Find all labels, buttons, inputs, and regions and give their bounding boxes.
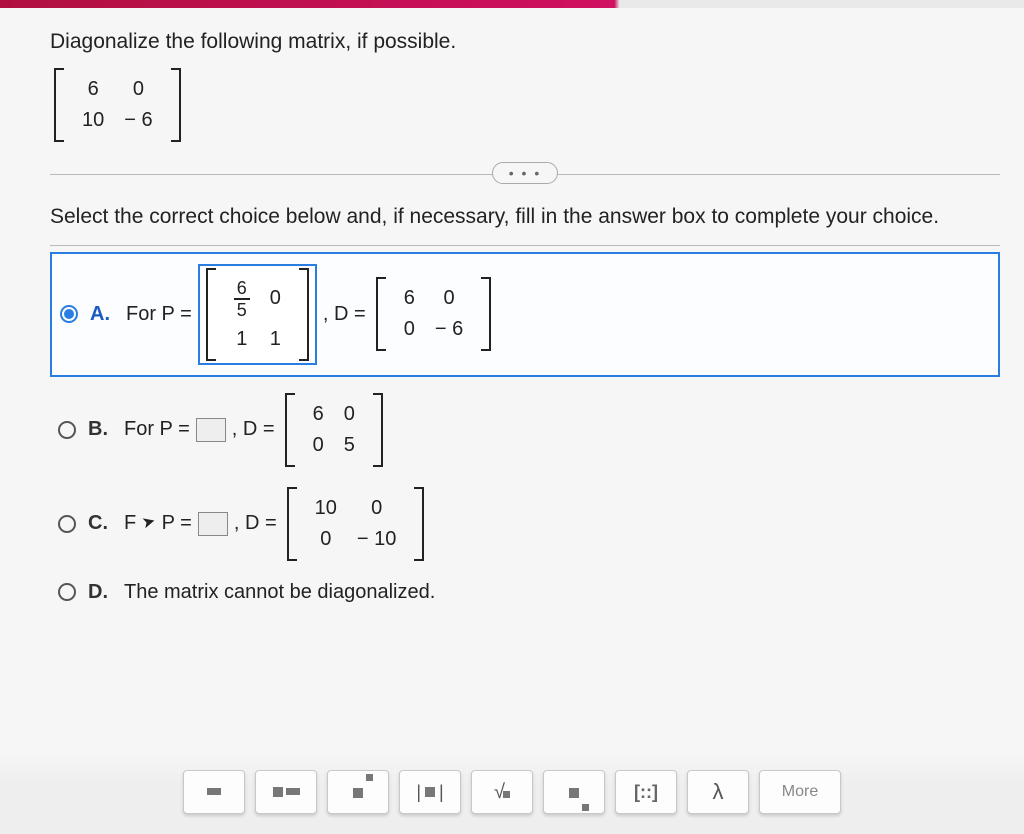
choice-c-d-matrix: 10 0 0 − 10 <box>287 487 425 561</box>
answer-input-empty[interactable] <box>198 512 228 536</box>
matrix-cell: 0 <box>114 74 162 105</box>
choice-b-d-matrix: 6 0 0 5 <box>285 393 383 467</box>
choice-c[interactable]: C. F➤P = , D = 10 0 0 − 10 <box>50 477 1000 571</box>
choice-label: A. <box>90 303 114 326</box>
choice-label: B. <box>88 418 112 441</box>
choice-d[interactable]: D. The matrix cannot be diagonalized. <box>50 571 1000 614</box>
matrix-cell: 5 <box>334 430 365 461</box>
choice-c-lead-f: F <box>124 512 136 535</box>
matrix-cell: 10 <box>72 105 114 136</box>
cursor-icon: ➤ <box>140 510 158 533</box>
palette-absolute-value-button[interactable]: || <box>399 770 461 814</box>
matrix-cell: 0 <box>425 283 473 314</box>
matrix-cell: 0 <box>394 314 425 345</box>
matrix-cell: 0 <box>303 430 334 461</box>
matrix-cell: 10 <box>305 493 347 524</box>
matrix-cell: 6 <box>394 283 425 314</box>
choice-d-text: The matrix cannot be diagonalized. <box>124 581 435 604</box>
choice-a-d-matrix: 6 0 0 − 6 <box>376 277 491 351</box>
math-palette: || √ [::] λ More <box>0 754 1024 834</box>
question-area: Diagonalize the following matrix, if pos… <box>0 8 1024 614</box>
lambda-icon: λ <box>713 779 724 805</box>
window-top-accent <box>0 0 1024 8</box>
matrix-cell: 1 <box>224 324 260 355</box>
choice-a-lead: For P = <box>126 303 192 326</box>
choice-c-lead-tail: P = <box>162 512 192 535</box>
matrix-icon: [::] <box>634 782 658 803</box>
matrix-cell: 0 <box>260 274 291 324</box>
palette-lambda-button[interactable]: λ <box>687 770 749 814</box>
matrix-cell: 0 <box>347 493 406 524</box>
matrix-cell: − 6 <box>425 314 473 345</box>
answer-input-empty[interactable] <box>196 418 226 442</box>
choice-c-mid: , D = <box>234 512 277 535</box>
palette-sqrt-button[interactable]: √ <box>471 770 533 814</box>
palette-fraction-button[interactable] <box>183 770 245 814</box>
radio-b[interactable] <box>58 421 76 439</box>
matrix-cell: 6 <box>72 74 114 105</box>
radio-d[interactable] <box>58 583 76 601</box>
choice-label: C. <box>88 512 112 535</box>
matrix-cell: 0 <box>305 524 347 555</box>
choice-instruction: Select the correct choice below and, if … <box>50 205 1000 229</box>
matrix-cell: − 10 <box>347 524 406 555</box>
expand-button[interactable]: • • • <box>492 162 558 184</box>
radio-c[interactable] <box>58 515 76 533</box>
given-matrix: 6 0 10 − 6 <box>54 68 181 142</box>
question-prompt: Diagonalize the following matrix, if pos… <box>50 30 1000 54</box>
choice-a-mid: , D = <box>323 303 366 326</box>
matrix-cell: 65 <box>224 274 260 324</box>
palette-exponent-button[interactable] <box>327 770 389 814</box>
palette-matrix-button[interactable]: [::] <box>615 770 677 814</box>
choice-b[interactable]: B. For P = , D = 6 0 0 5 <box>50 383 1000 477</box>
choice-label: D. <box>88 581 112 604</box>
matrix-cell: − 6 <box>114 105 162 136</box>
radio-a[interactable] <box>60 305 78 323</box>
choice-a[interactable]: A. For P = 65 0 <box>50 252 1000 377</box>
choice-b-lead: For P = <box>124 418 190 441</box>
matrix-cell: 6 <box>303 399 334 430</box>
palette-mixed-number-button[interactable] <box>255 770 317 814</box>
more-label: More <box>782 783 818 801</box>
palette-subscript-button[interactable] <box>543 770 605 814</box>
matrix-cell: 1 <box>260 324 291 355</box>
choice-b-mid: , D = <box>232 418 275 441</box>
answer-input-p[interactable]: 65 0 1 1 <box>198 264 317 365</box>
choice-list: A. For P = 65 0 <box>50 245 1000 614</box>
matrix-cell: 0 <box>334 399 365 430</box>
palette-more-button[interactable]: More <box>759 770 841 814</box>
